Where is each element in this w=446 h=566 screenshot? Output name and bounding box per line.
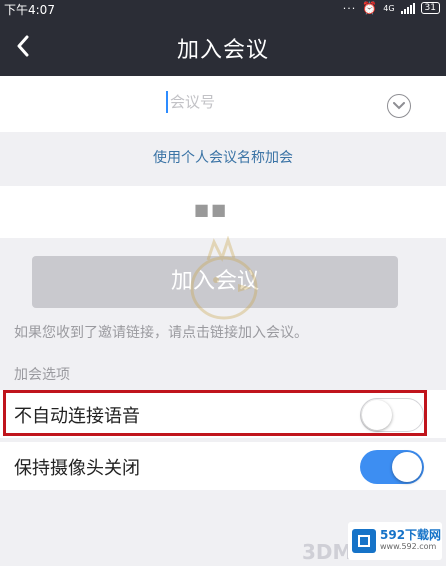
watermark-logo-icon: [352, 529, 376, 553]
no-auto-audio-toggle[interactable]: [360, 398, 424, 432]
meeting-history-button[interactable]: [387, 94, 411, 118]
meeting-id-input[interactable]: [170, 90, 370, 114]
network-label: 4G: [383, 3, 395, 13]
toggle-knob: [362, 400, 392, 430]
chevron-down-icon: [393, 102, 405, 110]
watermark-url: www.592.com: [380, 542, 437, 551]
option-label-no-auto-audio: 不自动连接语音: [14, 406, 140, 427]
more-dots-icon: ···: [342, 1, 357, 15]
title-bar: 加入会议: [0, 18, 446, 76]
watermark-badge: 592下载网 www.592.com: [348, 522, 442, 560]
join-options-label: 加会选项: [14, 367, 70, 383]
status-time: 下午4:07: [4, 3, 55, 17]
camera-off-toggle[interactable]: [360, 450, 424, 484]
battery-icon: 31: [420, 2, 440, 14]
personal-meeting-link[interactable]: 使用个人会议名称加会: [0, 140, 446, 176]
toggle-knob: [392, 452, 422, 482]
watermark-3dm: 3DM: [302, 540, 353, 564]
watermark-text: 592下载网 www.592.com: [380, 529, 441, 553]
signal-icon: [400, 2, 415, 14]
option-row-no-auto-audio: 不自动连接语音: [0, 390, 446, 438]
alarm-icon: ⏰: [362, 1, 378, 15]
page-title: 加入会议: [176, 38, 269, 63]
watermark-site: 592下载网: [380, 528, 442, 542]
meeting-id-row: [0, 76, 446, 132]
option-row-camera-off: 保持摄像头关闭: [0, 442, 446, 490]
text-cursor: [166, 91, 168, 113]
watermark-chick-icon: [190, 236, 258, 320]
status-bar: 下午4:07 ··· ⏰ 4G 31: [0, 0, 446, 18]
status-icons: ··· ⏰ 4G 31: [343, 1, 440, 15]
display-name-row[interactable]: ■■: [0, 186, 446, 238]
option-label-camera-off: 保持摄像头关闭: [14, 458, 140, 479]
display-name-value: ■■: [194, 200, 229, 219]
